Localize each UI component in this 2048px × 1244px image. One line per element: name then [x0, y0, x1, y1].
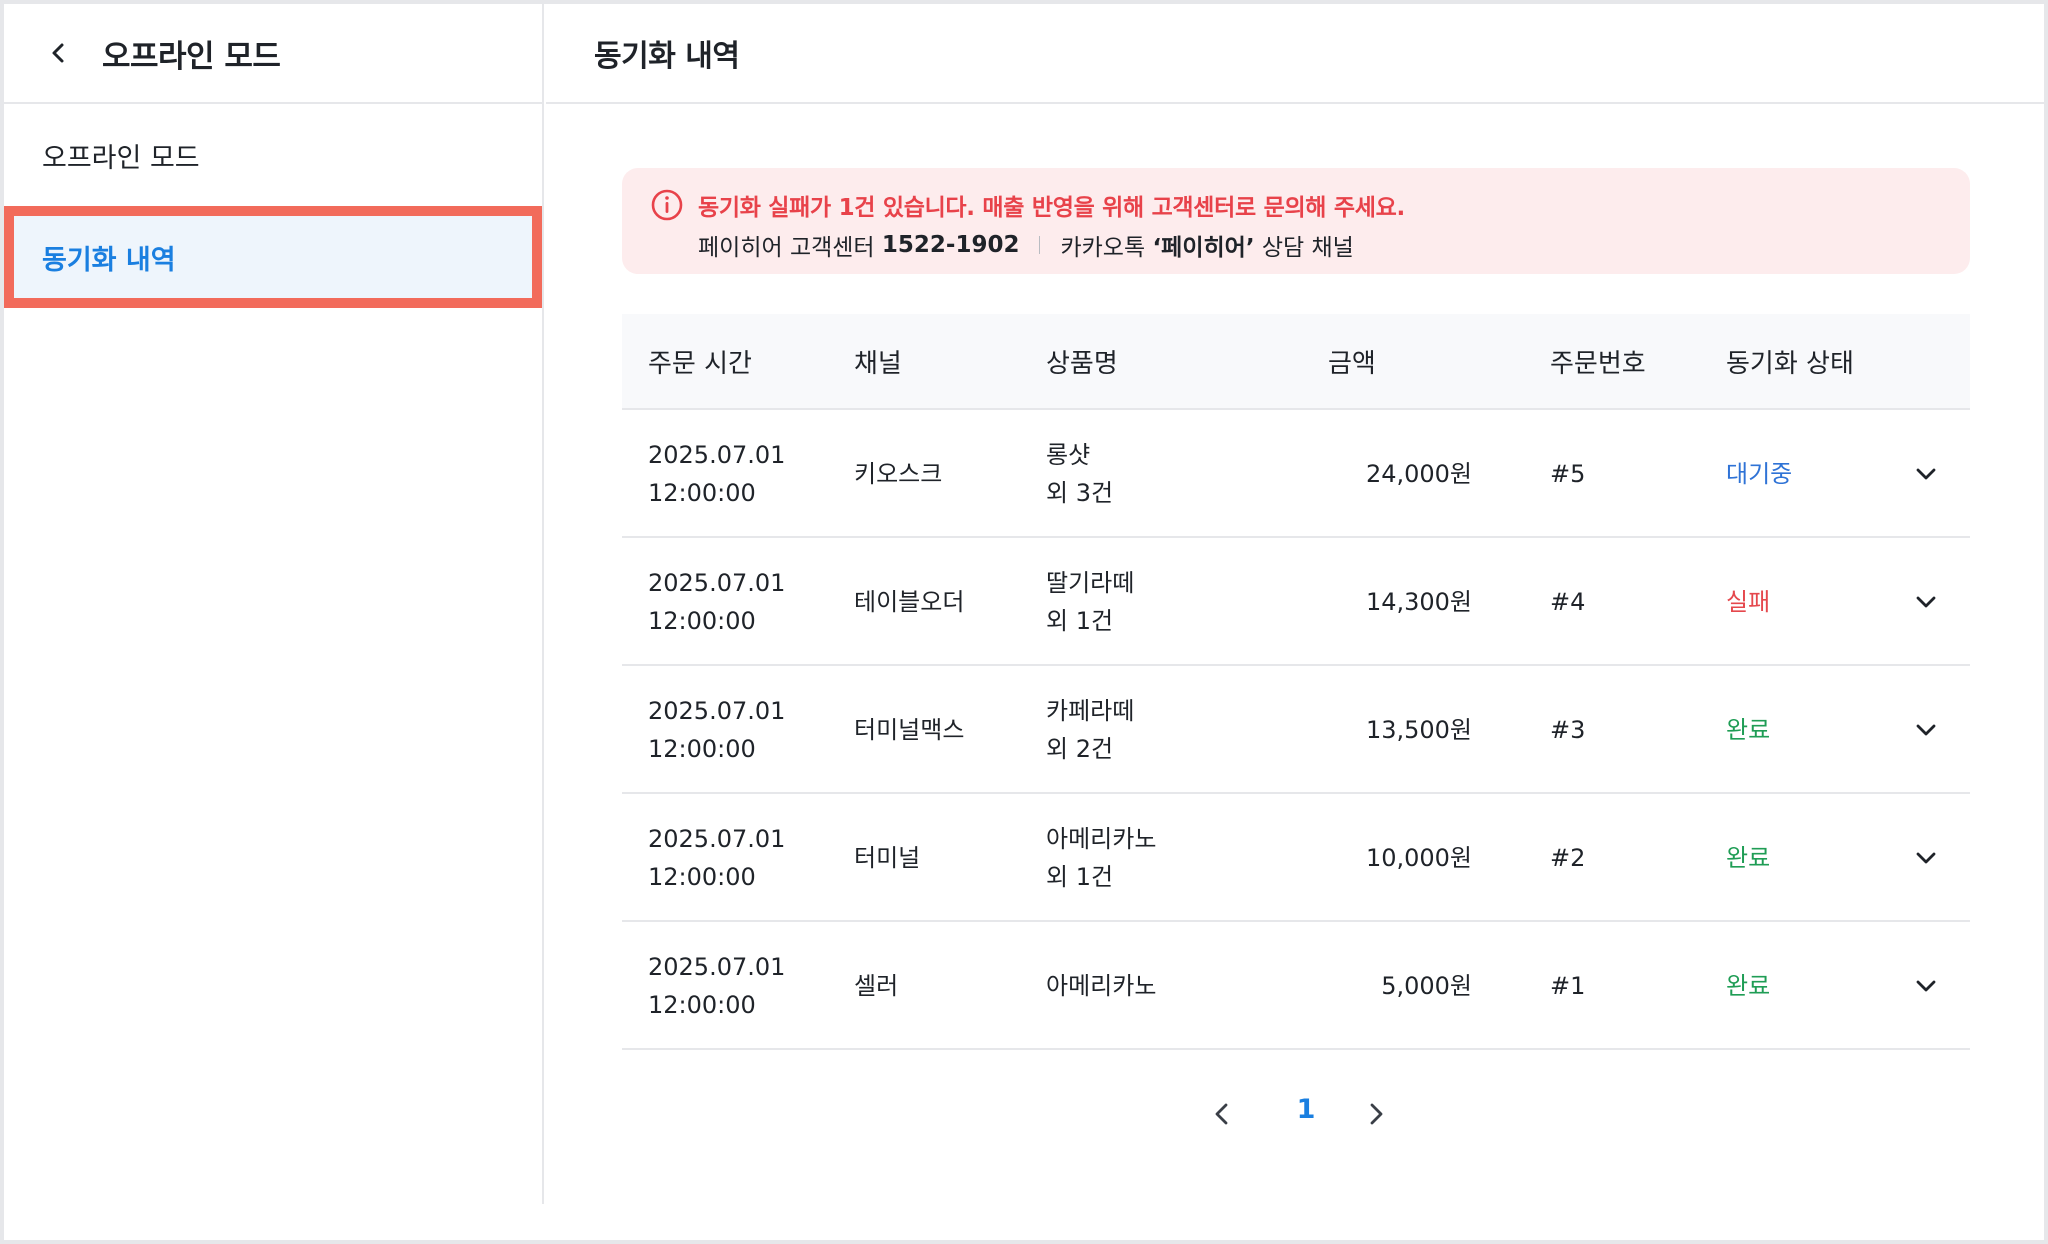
table-row[interactable]: 2025.07.01 12:00:00 셀러 아메리카노 5,000원 #1 완료 — [622, 922, 1970, 1050]
order-time-cell: 2025.07.01 12:00:00 — [648, 948, 785, 1024]
sidebar-item-sync-history[interactable]: 동기화 내역 — [4, 206, 542, 308]
column-header-amount: 금액 — [1328, 348, 1376, 379]
order-clock: 12:00:00 — [648, 991, 756, 1019]
product-name: 아메리카노 — [1046, 825, 1157, 853]
channel-cell: 터미널 — [854, 844, 921, 872]
sync-status-badge: 대기중 — [1726, 460, 1793, 488]
chevron-left-icon[interactable] — [1206, 1098, 1238, 1130]
order-date: 2025.07.01 — [648, 953, 786, 981]
product-cell: 아메리카노 — [1046, 972, 1157, 1000]
kakao-suffix: 상담 채널 — [1261, 235, 1354, 261]
order-clock: 12:00:00 — [648, 735, 756, 763]
alert-message: 동기화 실패가 1건 있습니다. 매출 반영을 위해 고객센터로 문의해 주세요… — [698, 195, 1405, 221]
product-cell: 롱샷외 3건 — [1046, 436, 1113, 512]
amount-cell: 14,300원 — [1365, 588, 1472, 616]
chevron-down-icon[interactable] — [1912, 844, 1940, 872]
product-name: 딸기라떼 — [1046, 569, 1135, 597]
order-date: 2025.07.01 — [648, 825, 786, 853]
order-time-cell: 2025.07.01 12:00:00 — [648, 564, 785, 640]
amount-cell: 5,000원 — [1381, 972, 1472, 1000]
product-name: 카페라떼 — [1046, 697, 1135, 725]
table-row[interactable]: 2025.07.01 12:00:00 테이블오더 딸기라떼외 1건 14,300원 #4… — [622, 538, 1970, 666]
chevron-down-icon[interactable] — [1912, 460, 1940, 488]
table-row[interactable]: 2025.07.01 12:00:00 터미널 아메리카노외 1건 10,000원 #2 완… — [622, 794, 1970, 922]
product-extra: 외 2건 — [1046, 735, 1114, 763]
product-cell: 카페라떼외 2건 — [1046, 692, 1134, 768]
order-clock: 12:00:00 — [648, 607, 756, 635]
channel-cell: 테이블오더 — [854, 588, 965, 616]
product-cell: 딸기라떼외 1건 — [1046, 564, 1134, 640]
column-header-channel: 채널 — [854, 348, 902, 379]
divider — [1039, 236, 1041, 254]
product-name: 롱샷 — [1046, 441, 1091, 469]
order-time-cell: 2025.07.01 12:00:00 — [648, 820, 785, 896]
channel-cell: 키오스크 — [854, 460, 943, 488]
sidebar-item-offline-mode[interactable]: 오프라인 모드 — [4, 104, 542, 206]
table-row[interactable]: 2025.07.01 12:00:00 터미널맥스 카페라떼외 2건 13,500원 #3… — [622, 666, 1970, 794]
channel-cell: 셀러 — [854, 972, 899, 1000]
sync-failure-alert: 동기화 실패가 1건 있습니다. 매출 반영을 위해 고객센터로 문의해 주세요… — [622, 168, 1970, 274]
chevron-down-icon[interactable] — [1912, 716, 1940, 744]
sync-status-badge: 완료 — [1726, 844, 1771, 872]
sidebar: 오프라인 모드 오프라인 모드 동기화 내역 — [4, 4, 544, 1204]
sidebar-header: 오프라인 모드 — [4, 4, 542, 104]
sidebar-title: 오프라인 모드 — [102, 38, 281, 75]
chevron-left-icon — [52, 43, 64, 63]
back-button[interactable] — [44, 38, 74, 68]
product-extra: 외 1건 — [1046, 607, 1114, 635]
kakao-prefix: 카카오톡 — [1060, 235, 1146, 261]
info-icon — [651, 189, 683, 221]
support-center-label: 페이히어 고객센터 — [698, 235, 875, 261]
amount-cell: 10,000원 — [1365, 844, 1472, 872]
column-header-sync-status: 동기화 상태 — [1726, 348, 1854, 379]
support-phone: 1522-1902 — [881, 232, 1020, 258]
chevron-down-icon[interactable] — [1912, 972, 1940, 1000]
product-extra: 외 3건 — [1046, 479, 1114, 507]
order-clock: 12:00:00 — [648, 863, 756, 891]
order-time-cell: 2025.07.01 12:00:00 — [648, 436, 785, 512]
channel-cell: 터미널맥스 — [854, 716, 965, 744]
amount-cell: 13,500원 — [1365, 716, 1472, 744]
page-title: 동기화 내역 — [594, 39, 740, 74]
sync-history-table: 주문 시간 채널 상품명 금액 주문번호 동기화 상태 2025.07.01 12… — [622, 314, 1970, 1050]
alert-contact: 페이히어 고객센터 1522-1902 카카오톡 ‘페이히어’ 상담 채널 — [698, 228, 1354, 262]
main-header: 동기화 내역 — [546, 4, 2044, 104]
order-number-cell: #1 — [1550, 972, 1586, 1000]
table-header: 주문 시간 채널 상품명 금액 주문번호 동기화 상태 — [622, 314, 1970, 410]
sync-status-badge: 완료 — [1726, 716, 1771, 744]
order-clock: 12:00:00 — [648, 479, 756, 507]
chevron-right-icon[interactable] — [1360, 1098, 1392, 1130]
column-header-product: 상품명 — [1046, 348, 1118, 379]
table-row[interactable]: 2025.07.01 12:00:00 키오스크 롱샷외 3건 24,000원 #5 대기중 — [622, 410, 1970, 538]
order-date: 2025.07.01 — [648, 697, 786, 725]
column-header-order-time: 주문 시간 — [648, 348, 752, 379]
amount-cell: 24,000원 — [1365, 460, 1472, 488]
main-content: 동기화 내역 동기화 실패가 1건 있습니다. 매출 반영을 위해 고객센터로 … — [546, 4, 2044, 1240]
order-number-cell: #2 — [1550, 844, 1586, 872]
column-header-order-number: 주문번호 — [1550, 348, 1646, 379]
order-number-cell: #3 — [1550, 716, 1586, 744]
order-date: 2025.07.01 — [648, 441, 786, 469]
product-extra: 외 1건 — [1046, 863, 1114, 891]
product-cell: 아메리카노외 1건 — [1046, 820, 1156, 896]
order-time-cell: 2025.07.01 12:00:00 — [648, 692, 785, 768]
order-number-cell: #5 — [1550, 460, 1586, 488]
kakao-channel: ‘페이히어’ — [1152, 235, 1255, 261]
order-number-cell: #4 — [1550, 588, 1586, 616]
chevron-down-icon[interactable] — [1912, 588, 1940, 616]
sync-status-badge: 완료 — [1726, 972, 1771, 1000]
sync-status-badge: 실패 — [1726, 588, 1771, 616]
order-date: 2025.07.01 — [648, 569, 786, 597]
page-number-current[interactable]: 1 — [1286, 1094, 1326, 1125]
